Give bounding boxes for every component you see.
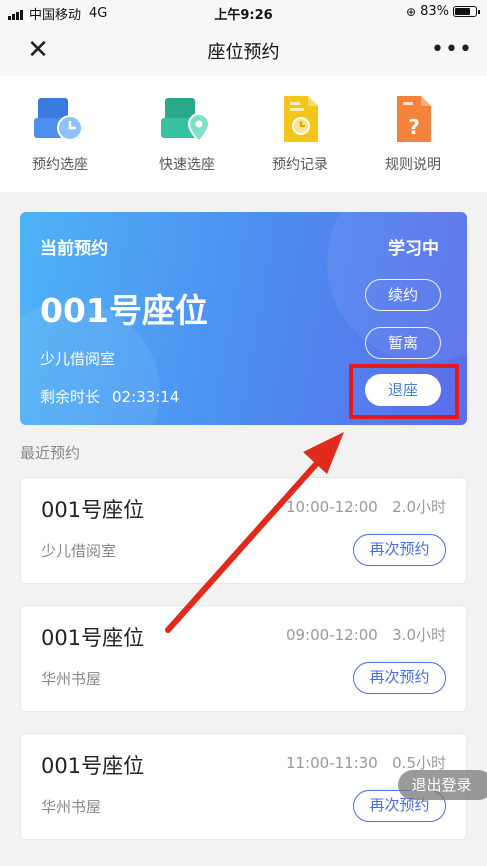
menu-item-reserve[interactable]: 预约选座 bbox=[5, 94, 115, 174]
rebook-button[interactable]: 再次预约 bbox=[353, 662, 446, 694]
list-item: 001号座位 09:00-12:00 3.0小时 华州书屋 再次预约 bbox=[20, 605, 467, 712]
svg-text:?: ? bbox=[408, 115, 420, 139]
battery-info: ⊕ 83% bbox=[406, 4, 480, 19]
rotation-lock-icon: ⊕ bbox=[406, 4, 417, 19]
battery-percent: 83% bbox=[420, 4, 449, 19]
menu-item-rules[interactable]: ? 规则说明 bbox=[358, 94, 468, 174]
current-seat: 001号座位 bbox=[40, 291, 208, 330]
temporary-leave-button[interactable]: 暂离 bbox=[365, 327, 441, 359]
quick-menu: 预约选座 快速选座 预约记录 ? 规则说明 bbox=[0, 76, 487, 192]
logout-button[interactable]: 退出登录 bbox=[398, 770, 487, 800]
rebook-button[interactable]: 再次预约 bbox=[353, 534, 446, 566]
nav-bar: ✕ 座位预约 ••• bbox=[0, 24, 487, 76]
remaining-value: 02:33:14 bbox=[112, 388, 180, 406]
renew-button[interactable]: 续约 bbox=[365, 279, 441, 311]
reservation-room: 华州书屋 bbox=[41, 798, 102, 816]
menu-item-records[interactable]: 预约记录 bbox=[245, 94, 355, 174]
location-seat-icon bbox=[161, 98, 211, 144]
recent-section-title: 最近预约 bbox=[20, 444, 81, 462]
status-badge: 学习中 bbox=[388, 239, 439, 259]
reservation-room: 华州书屋 bbox=[41, 670, 102, 688]
page-title: 座位预约 bbox=[207, 42, 280, 63]
status-bar: 中国移动 4G 上午9:26 ⊕ 83% bbox=[0, 0, 487, 24]
reservation-seat: 001号座位 bbox=[41, 754, 145, 778]
menu-label: 预约记录 bbox=[272, 157, 328, 173]
clock-seat-icon bbox=[34, 98, 83, 141]
reservation-time: 10:00-12:00 2.0小时 bbox=[285, 498, 446, 516]
list-item: 001号座位 10:00-12:00 2.0小时 少儿借阅室 再次预约 bbox=[20, 477, 467, 584]
remaining-label: 剩余时长 bbox=[40, 388, 101, 406]
reservation-seat: 001号座位 bbox=[41, 498, 145, 522]
menu-label: 预约选座 bbox=[32, 157, 88, 173]
more-icon[interactable]: ••• bbox=[431, 34, 472, 66]
current-room: 少儿借阅室 bbox=[40, 350, 116, 368]
menu-label: 规则说明 bbox=[385, 157, 441, 173]
highlight-box bbox=[349, 364, 459, 419]
battery-icon bbox=[453, 6, 480, 17]
record-icon bbox=[284, 96, 318, 142]
rules-question-icon: ? bbox=[397, 96, 431, 142]
remaining-time: 剩余时长 02:33:14 bbox=[40, 386, 179, 407]
reservation-room: 少儿借阅室 bbox=[41, 542, 117, 560]
reservation-seat: 001号座位 bbox=[41, 626, 145, 650]
menu-item-quick[interactable]: 快速选座 bbox=[132, 94, 242, 174]
current-reservation-label: 当前预约 bbox=[40, 239, 108, 259]
reservation-time: 09:00-12:00 3.0小时 bbox=[285, 626, 446, 644]
menu-label: 快速选座 bbox=[159, 157, 215, 173]
